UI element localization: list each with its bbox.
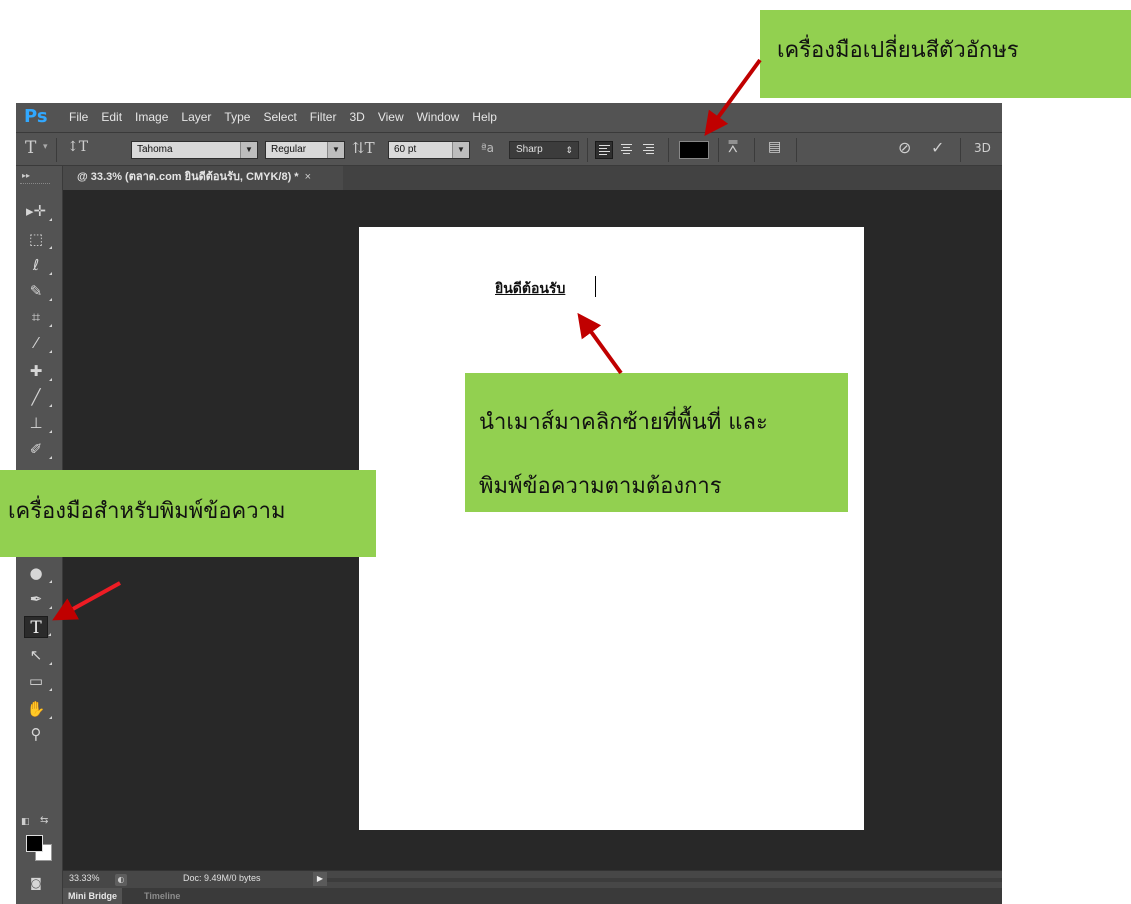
bottom-panel-tabs: Mini Bridge Timeline (63, 888, 1002, 904)
text-tool-preset-icon[interactable]: T (25, 138, 36, 158)
document-tab-bar: @ 33.3% (ตลาด.com ยินดีต้อนรับ, CMYK/8) … (63, 166, 1002, 190)
menu-items: File Edit Image Layer Type Select Filter… (69, 110, 510, 124)
lasso-tool-icon[interactable]: ℓ (24, 254, 52, 276)
menu-view[interactable]: View (378, 110, 404, 124)
zoom-tool-icon[interactable]: ⚲ (24, 723, 48, 745)
antialias-icon: ªa (481, 141, 495, 155)
font-style-value: Regular (271, 144, 307, 155)
screen-mode-icon[interactable]: ⧉ (24, 900, 48, 904)
commit-check-icon[interactable]: ✓ (931, 138, 944, 157)
document-canvas[interactable]: ยินดีต้อนรับ (359, 227, 864, 830)
callout-color-tool-text: เครื่องมือเปลี่ยนสีตัวอักษร (777, 38, 1019, 63)
tab-mini-bridge[interactable]: Mini Bridge (63, 888, 122, 904)
hand-tool-icon[interactable]: ✋ (24, 698, 52, 720)
doc-size: Doc: 9.49M/0 bytes (183, 873, 261, 883)
menu-file[interactable]: File (69, 110, 88, 124)
menu-image[interactable]: Image (135, 110, 168, 124)
updown-arrow-icon: ⇕ (565, 145, 573, 155)
menu-filter[interactable]: Filter (310, 110, 337, 124)
character-panel-icon[interactable]: ▤ (768, 139, 781, 155)
collapse-icon[interactable]: ▸▸ (22, 171, 30, 180)
document-tab-title: @ 33.3% (ตลาด.com ยินดีต้อนรับ, CMYK/8) … (77, 171, 299, 183)
font-size-icon: ⇅T (352, 139, 375, 157)
menu-select[interactable]: Select (263, 110, 296, 124)
marquee-tool-icon[interactable]: ⬚ (24, 228, 52, 250)
separator (587, 138, 588, 162)
crop-tool-icon[interactable]: ⌗ (24, 306, 52, 328)
photoshop-logo: Ps (24, 106, 48, 127)
menu-layer[interactable]: Layer (181, 110, 211, 124)
status-menu-arrow-icon[interactable]: ▶ (313, 872, 327, 886)
cancel-icon[interactable]: ⊘ (898, 138, 911, 157)
callout-type-tool-text: เครื่องมือสำหรับพิมพ์ข้อความ (8, 499, 286, 524)
menu-window[interactable]: Window (417, 110, 460, 124)
type-tool-icon[interactable]: T (24, 616, 51, 638)
chevron-down-icon: ▼ (327, 142, 344, 158)
status-info-icon[interactable]: ◐ (115, 874, 127, 886)
brush-tool-icon[interactable]: ╱ (24, 386, 52, 408)
separator (796, 138, 797, 162)
3d-button[interactable]: 3D (974, 141, 991, 155)
panel-grip[interactable] (20, 183, 50, 186)
tab-timeline[interactable]: Timeline (139, 888, 185, 904)
antialias-select[interactable]: Sharp ⇕ (509, 141, 579, 159)
callout-type-tool: เครื่องมือสำหรับพิมพ์ข้อความ (0, 470, 376, 557)
status-bar: 33.33% ◐ Doc: 9.49M/0 bytes ▶ (63, 870, 1002, 888)
default-colors-icon[interactable]: ◧ (21, 817, 30, 827)
zoom-level[interactable]: 33.33% (69, 873, 100, 883)
align-right-button[interactable] (640, 141, 658, 159)
font-family-value: Tahoma (137, 144, 173, 155)
font-family-select[interactable]: Tahoma ▼ (131, 141, 258, 159)
move-tool-icon[interactable]: ▸✛ (24, 200, 52, 222)
swap-colors-icon[interactable]: ⇆ (40, 815, 48, 826)
warp-text-icon[interactable]: ⩞ (728, 137, 738, 157)
close-icon[interactable]: × (305, 171, 311, 183)
preset-dropdown-icon[interactable]: ▾ (43, 142, 48, 152)
font-size-select[interactable]: 60 pt ▼ (388, 141, 470, 159)
font-size-value: 60 pt (394, 144, 417, 155)
callout-click-line-2: พิมพ์ข้อความตามต้องการ (479, 474, 722, 499)
clone-stamp-tool-icon[interactable]: ⊥ (24, 412, 52, 434)
callout-color-tool: เครื่องมือเปลี่ยนสีตัวอักษร (760, 10, 1131, 98)
separator (56, 138, 57, 162)
menu-help[interactable]: Help (472, 110, 497, 124)
align-center-button[interactable] (618, 141, 636, 159)
menu-bar: Ps File Edit Image Layer Type Select Fil… (16, 103, 1002, 132)
healing-brush-tool-icon[interactable]: ✚ (24, 360, 52, 382)
text-cursor (595, 276, 596, 297)
pen-tool-icon[interactable]: ✒ (24, 588, 52, 610)
separator (960, 138, 961, 162)
chevron-down-icon: ▼ (452, 142, 469, 158)
options-bar: T ▾ ↕T Tahoma ▼ Regular ▼ ⇅T 60 pt ▼ ªa … (16, 132, 1002, 166)
quick-mask-icon[interactable]: ◙ (24, 872, 48, 894)
history-brush-tool-icon[interactable]: ✐ (24, 438, 52, 460)
eyedropper-tool-icon[interactable]: ⁄ (24, 332, 52, 354)
rectangle-tool-icon[interactable]: ▭ (24, 670, 52, 692)
chevron-down-icon: ▼ (240, 142, 257, 158)
callout-click-area: นำเมาส์มาคลิกซ้ายที่พื้นที่ และ พิมพ์ข้อ… (465, 373, 848, 512)
separator (754, 138, 755, 162)
separator (668, 138, 669, 162)
text-orientation-icon[interactable]: ↕T (67, 139, 88, 155)
text-color-swatch[interactable] (679, 141, 709, 159)
font-style-select[interactable]: Regular ▼ (265, 141, 345, 159)
menu-type[interactable]: Type (224, 110, 250, 124)
quick-selection-tool-icon[interactable]: ✎ (24, 280, 52, 302)
horizontal-scrollbar[interactable] (327, 878, 1002, 882)
callout-click-line-1: นำเมาส์มาคลิกซ้ายที่พื้นที่ และ (479, 410, 768, 435)
path-selection-tool-icon[interactable]: ↖ (24, 644, 52, 666)
antialias-value: Sharp (516, 144, 543, 155)
document-tab[interactable]: @ 33.3% (ตลาด.com ยินดีต้อนรับ, CMYK/8) … (63, 166, 343, 190)
align-left-button[interactable] (595, 141, 613, 159)
menu-3d[interactable]: 3D (349, 110, 364, 124)
canvas-text-layer[interactable]: ยินดีต้อนรับ (495, 278, 565, 300)
foreground-color-swatch[interactable] (26, 835, 43, 852)
dodge-tool-icon[interactable]: ● (24, 562, 52, 584)
menu-edit[interactable]: Edit (101, 110, 122, 124)
separator (718, 138, 719, 162)
